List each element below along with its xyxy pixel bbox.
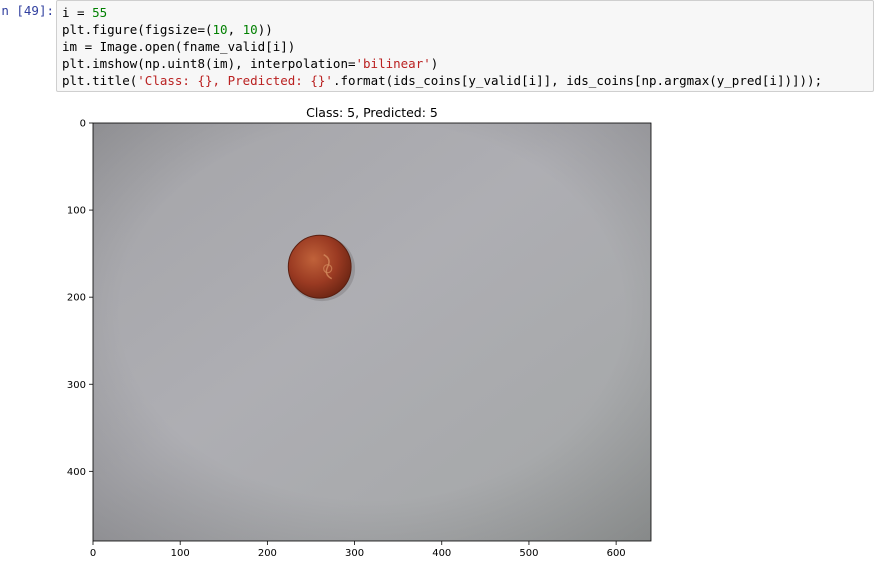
y-tick-label: 300 <box>67 380 86 391</box>
x-tick-label: 500 <box>519 548 538 559</box>
y-tick-label: 100 <box>67 206 86 217</box>
x-tick-label: 0 <box>90 548 96 559</box>
x-tick-label: 600 <box>607 548 626 559</box>
x-tick-label: 100 <box>171 548 190 559</box>
x-tick-label: 200 <box>258 548 277 559</box>
y-tick-label: 200 <box>67 293 86 304</box>
coin <box>287 234 352 299</box>
y-tick-label: 0 <box>80 119 86 130</box>
image-vignette <box>93 123 651 541</box>
plot-title: Class: 5, Predicted: 5 <box>306 105 438 120</box>
x-tick-label: 300 <box>345 548 364 559</box>
y-tick-label: 400 <box>67 467 86 478</box>
x-tick-label: 400 <box>432 548 451 559</box>
imshow-plot: Class: 5, Predicted: 5 0 100 200 300 400 500 6… <box>67 105 652 559</box>
